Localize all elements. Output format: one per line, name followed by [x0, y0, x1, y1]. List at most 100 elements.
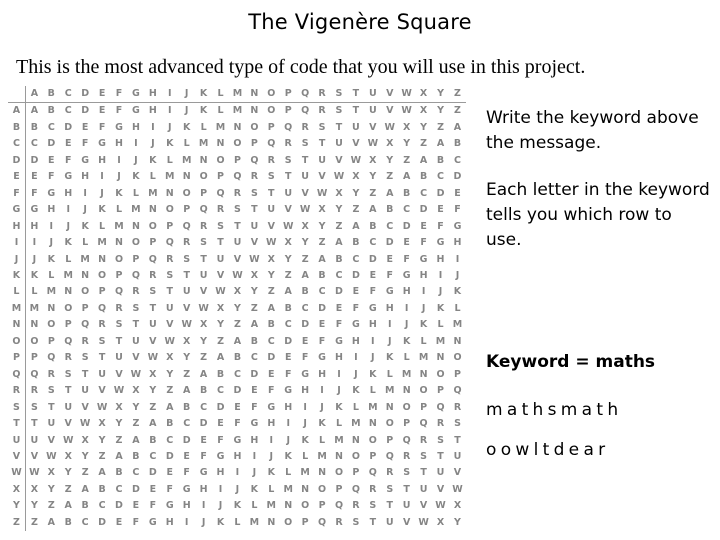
vigenere-cell: D — [30, 154, 39, 166]
vigenere-cell: C — [183, 418, 191, 430]
vigenere-cell: G — [47, 187, 56, 199]
vigenere-cell: D — [318, 302, 326, 314]
vigenere-row-header: D — [8, 152, 26, 170]
vigenere-cell: R — [115, 302, 123, 314]
vigenere-cell: G — [368, 302, 377, 314]
vigenere-cell: W — [29, 467, 40, 479]
vigenere-cell: T — [115, 335, 123, 347]
vigenere-col-header: G — [127, 86, 145, 104]
vigenere-cell: X — [419, 105, 428, 117]
vigenere-cell: E — [149, 483, 157, 495]
vigenere-cell: U — [148, 319, 157, 331]
vigenere-cell: E — [115, 516, 123, 528]
vigenere-cell: W — [452, 483, 463, 495]
vigenere-cell: I — [100, 171, 104, 183]
vigenere-row-header: L — [8, 284, 26, 301]
vigenere-cell: A — [250, 319, 259, 331]
table-row: LLMNOPQRSTUVWXYZABCDEFGHIJK — [8, 284, 466, 301]
vigenere-cell: W — [215, 286, 226, 298]
vigenere-cell: Q — [267, 138, 276, 150]
vigenere-cell: U — [419, 483, 428, 495]
vigenere-cell: L — [251, 500, 258, 512]
vigenere-cell: T — [437, 450, 444, 462]
vigenere-cell: D — [301, 319, 310, 331]
vigenere-cell: A — [419, 154, 428, 166]
vigenere-cell: P — [81, 302, 89, 314]
vigenere-cell: K — [182, 121, 191, 133]
table-row: CCDEFGHIJKLMNOPQRSTUVWXYZAB — [8, 136, 466, 153]
vigenere-cell: K — [267, 467, 275, 479]
vigenere-cell: R — [183, 237, 191, 249]
vigenere-row-header: X — [8, 481, 26, 499]
vigenere-cell: P — [335, 483, 343, 495]
vigenere-cell: N — [368, 418, 377, 430]
vigenere-cell: G — [335, 335, 343, 347]
vigenere-cell: G — [132, 105, 140, 117]
vigenere-cell: I — [117, 154, 121, 166]
vigenere-cell: T — [149, 302, 157, 314]
vigenere-cell: O — [334, 467, 344, 479]
vigenere-row-header: N — [8, 317, 26, 334]
vigenere-cell: T — [251, 204, 258, 216]
vigenere-cell: R — [386, 467, 394, 479]
vigenere-cell: U — [368, 105, 377, 117]
vigenere-cell: G — [385, 286, 394, 298]
vigenere-cell: S — [115, 319, 123, 331]
vigenere-cell: D — [216, 401, 225, 413]
vigenere-cell: S — [386, 483, 394, 495]
vigenere-cell: O — [284, 516, 293, 528]
table-row: PPQRSTUVWXYZABCDEFGHIJKLMNO — [8, 350, 466, 367]
vigenere-cell: W — [164, 335, 175, 347]
vigenere-cell: Q — [318, 516, 327, 528]
vigenere-cell: A — [335, 237, 343, 249]
vigenere-cell: E — [386, 253, 393, 265]
vigenere-cell: Z — [149, 401, 157, 413]
vigenere-cell: O — [64, 302, 73, 314]
vigenere-cell: O — [318, 483, 327, 495]
vigenere-cell: N — [165, 187, 174, 199]
vigenere-cell: V — [301, 187, 309, 199]
vigenere-cell: T — [234, 220, 241, 232]
vigenere-cell: R — [47, 368, 55, 380]
vigenere-cell: X — [335, 187, 343, 199]
vigenere-cell: G — [250, 418, 259, 430]
vigenere-cell: H — [351, 335, 360, 347]
vigenere-cell: J — [49, 237, 54, 249]
vigenere-cell: O — [351, 450, 360, 462]
vigenere-cell: H — [47, 204, 56, 216]
vigenere-cell: B — [301, 286, 309, 298]
vigenere-cell: R — [149, 269, 157, 281]
vigenere-cell: S — [166, 269, 174, 281]
vigenere-cell: N — [64, 286, 73, 298]
vigenere-cell: H — [115, 138, 123, 150]
vigenere-col-header: Y — [432, 86, 449, 104]
vigenere-cell: J — [337, 385, 341, 397]
vigenere-cell: H — [284, 401, 293, 413]
vigenere-cell: G — [318, 352, 326, 364]
vigenere-row-header: Y — [8, 498, 26, 515]
vigenere-cell: B — [369, 220, 377, 232]
vigenere-cell: L — [319, 434, 326, 446]
vigenere-cell: K — [402, 335, 411, 347]
vigenere-cell: D — [436, 187, 445, 199]
vigenere-cell: U — [318, 154, 326, 166]
vigenere-cell: U — [402, 500, 411, 512]
vigenere-cell: S — [217, 220, 224, 232]
vigenere-cell: V — [115, 368, 123, 380]
vigenere-cell: M — [334, 434, 344, 446]
keyword-letters-line: mathsmath — [486, 400, 623, 420]
vigenere-cell: P — [386, 434, 394, 446]
vigenere-cell: X — [369, 154, 377, 166]
vigenere-cell: J — [371, 352, 375, 364]
vigenere-cell: A — [81, 483, 89, 495]
vigenere-cell: H — [98, 154, 107, 166]
vigenere-cell: Z — [454, 105, 461, 117]
vigenere-cell: J — [184, 105, 189, 117]
vigenere-cell: X — [233, 286, 242, 298]
vigenere-cell: J — [320, 401, 324, 413]
vigenere-col-header: J — [178, 86, 196, 104]
vigenere-cell: K — [64, 237, 72, 249]
vigenere-cell: E — [64, 138, 72, 150]
vigenere-cell: T — [318, 138, 326, 150]
vigenere-cell: M — [131, 204, 141, 216]
